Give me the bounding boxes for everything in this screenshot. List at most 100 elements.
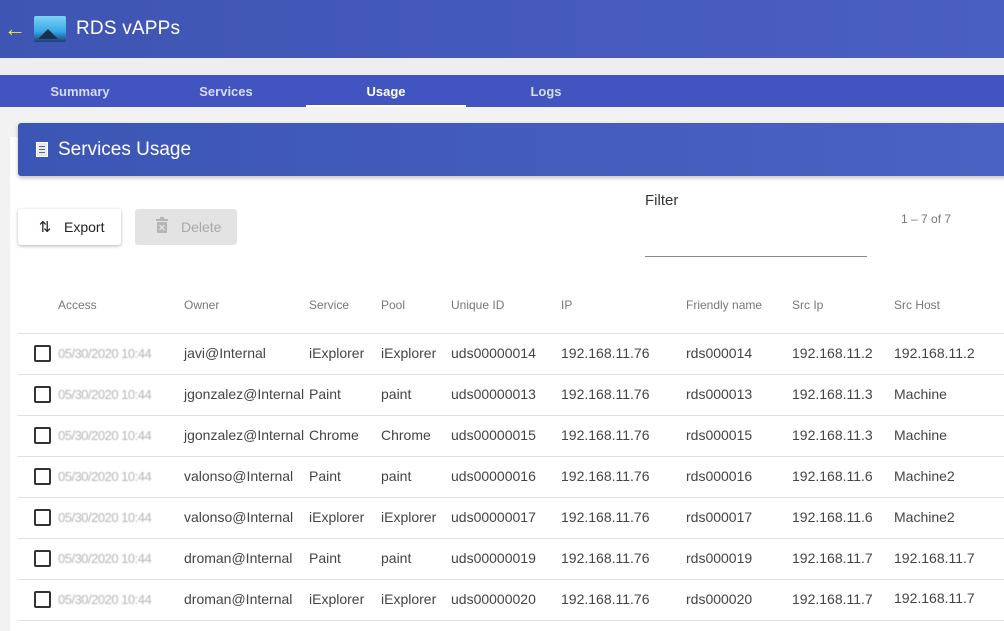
cell-src-ip: 192.168.11.3 bbox=[792, 386, 873, 402]
column-header-friendly-name[interactable]: Friendly name bbox=[686, 298, 762, 312]
cell-friendly-name: rds000014 bbox=[686, 345, 753, 361]
panel-title: Services Usage bbox=[58, 138, 192, 160]
cell-pool: paint bbox=[381, 550, 412, 566]
cell-owner: jgonzalez@Internal bbox=[184, 427, 305, 443]
cell-owner: javi@Internal bbox=[184, 345, 266, 361]
cell-pool: paint bbox=[381, 386, 412, 402]
cell-src-ip: 192.168.11.2 bbox=[792, 345, 873, 361]
cell-access: 05/30/2020 10:44 bbox=[58, 469, 152, 484]
row-divider bbox=[18, 415, 1004, 416]
row-divider bbox=[18, 497, 1004, 498]
tab-summary[interactable]: Summary bbox=[0, 75, 160, 107]
app-header: ← RDS vAPPs bbox=[0, 0, 1004, 58]
column-header-src-host[interactable]: Src Host bbox=[894, 298, 940, 312]
swap-vertical-icon: ⇅ bbox=[38, 219, 52, 236]
column-header-src-ip[interactable]: Src Ip bbox=[792, 298, 823, 312]
row-checkbox[interactable] bbox=[34, 345, 51, 362]
cell-ip: 192.168.11.76 bbox=[561, 468, 650, 484]
cell-src-host: 192.168.11.7 bbox=[894, 550, 975, 566]
cell-src-ip: 192.168.11.6 bbox=[792, 468, 873, 484]
cell-ip: 192.168.11.76 bbox=[561, 509, 650, 525]
cell-pool: Chrome bbox=[381, 427, 431, 443]
cell-service: iExplorer bbox=[309, 345, 365, 361]
cell-service: iExplorer bbox=[309, 509, 365, 525]
column-header-service[interactable]: Service bbox=[309, 298, 349, 312]
cell-access: 05/30/2020 10:44 bbox=[58, 387, 152, 402]
cell-src-host: 192.168.11.2 bbox=[894, 345, 975, 361]
row-checkbox[interactable] bbox=[34, 386, 51, 403]
delete-button[interactable]: Delete bbox=[135, 209, 237, 245]
cell-friendly-name: rds000013 bbox=[686, 386, 753, 402]
export-button[interactable]: ⇅ Export bbox=[18, 209, 121, 245]
cell-unique-id: uds00000019 bbox=[451, 550, 536, 566]
cell-unique-id: uds00000014 bbox=[451, 345, 536, 361]
column-header-pool[interactable]: Pool bbox=[381, 298, 405, 312]
cell-owner: valonso@Internal bbox=[184, 468, 294, 484]
row-checkbox[interactable] bbox=[34, 468, 51, 485]
cell-friendly-name: rds000015 bbox=[686, 427, 753, 443]
cell-ip: 192.168.11.76 bbox=[561, 591, 650, 607]
column-header-unique-id[interactable]: Unique ID bbox=[451, 298, 504, 312]
cell-src-ip: 192.168.11.7 bbox=[792, 550, 873, 566]
cell-owner: droman@Internal bbox=[184, 591, 293, 607]
tab-logs[interactable]: Logs bbox=[466, 75, 626, 107]
cell-src-ip: 192.168.11.3 bbox=[792, 427, 873, 443]
cell-src-host: Machine2 bbox=[894, 468, 955, 484]
filter-input[interactable] bbox=[645, 228, 867, 254]
column-header-ip[interactable]: IP bbox=[561, 298, 572, 312]
cell-access: 05/30/2020 10:44 bbox=[58, 346, 152, 361]
cell-pool: iExplorer bbox=[381, 509, 437, 525]
pagination-range: 1 – 7 of 7 bbox=[901, 212, 952, 226]
cell-owner: valonso@Internal bbox=[184, 509, 294, 525]
cell-pool: paint bbox=[381, 468, 412, 484]
cell-friendly-name: rds000016 bbox=[686, 468, 753, 484]
tab-services[interactable]: Services bbox=[146, 75, 306, 107]
landscape-logo-icon bbox=[34, 16, 66, 42]
row-divider bbox=[18, 579, 1004, 580]
cell-service: Paint bbox=[309, 468, 341, 484]
cell-access: 05/30/2020 10:44 bbox=[58, 428, 152, 443]
cell-friendly-name: rds000017 bbox=[686, 509, 753, 525]
arrow-left-icon[interactable]: ← bbox=[0, 0, 30, 58]
cell-friendly-name: rds000020 bbox=[686, 591, 753, 607]
filter-underline bbox=[645, 256, 867, 257]
cell-src-ip: 192.168.11.6 bbox=[792, 509, 873, 525]
cell-ip: 192.168.11.76 bbox=[561, 345, 650, 361]
cell-service: iExplorer bbox=[309, 591, 365, 607]
cell-src-host: Machine bbox=[894, 386, 947, 402]
cell-service: Paint bbox=[309, 550, 341, 566]
cell-ip: 192.168.11.76 bbox=[561, 386, 650, 402]
row-checkbox[interactable] bbox=[34, 427, 51, 444]
cell-ip: 192.168.11.76 bbox=[561, 427, 650, 443]
row-divider bbox=[18, 620, 1004, 621]
row-checkbox[interactable] bbox=[34, 509, 51, 526]
export-button-label: Export bbox=[64, 219, 105, 235]
cell-owner: droman@Internal bbox=[184, 550, 293, 566]
row-divider bbox=[18, 456, 1004, 457]
cell-src-host: Machine2 bbox=[894, 509, 955, 525]
tab-usage[interactable]: Usage bbox=[306, 75, 466, 107]
cell-pool: iExplorer bbox=[381, 345, 437, 361]
cell-access: 05/30/2020 10:44 bbox=[58, 551, 152, 566]
cell-ip: 192.168.11.76 bbox=[561, 550, 650, 566]
cell-access: 05/30/2020 10:44 bbox=[58, 510, 152, 525]
cell-unique-id: uds00000016 bbox=[451, 468, 536, 484]
column-header-owner[interactable]: Owner bbox=[184, 298, 219, 312]
panel-header: Services Usage bbox=[18, 123, 1004, 176]
cell-unique-id: uds00000017 bbox=[451, 509, 536, 525]
row-checkbox[interactable] bbox=[34, 550, 51, 567]
row-divider bbox=[18, 374, 1004, 375]
cell-friendly-name: rds000019 bbox=[686, 550, 753, 566]
cell-src-ip: 192.168.11.7 bbox=[792, 591, 873, 607]
cell-pool: iExplorer bbox=[381, 591, 437, 607]
cell-unique-id: uds00000015 bbox=[451, 427, 536, 443]
filter-label: Filter bbox=[645, 192, 679, 209]
header-separator bbox=[0, 58, 1004, 75]
header-divider bbox=[18, 333, 1004, 334]
cell-unique-id: uds00000020 bbox=[451, 591, 536, 607]
cell-src-host: 192.168.11.7 bbox=[894, 590, 975, 606]
document-icon bbox=[36, 142, 48, 157]
row-checkbox[interactable] bbox=[34, 591, 51, 608]
column-header-access[interactable]: Access bbox=[58, 298, 97, 312]
cell-src-host: Machine bbox=[894, 427, 947, 443]
